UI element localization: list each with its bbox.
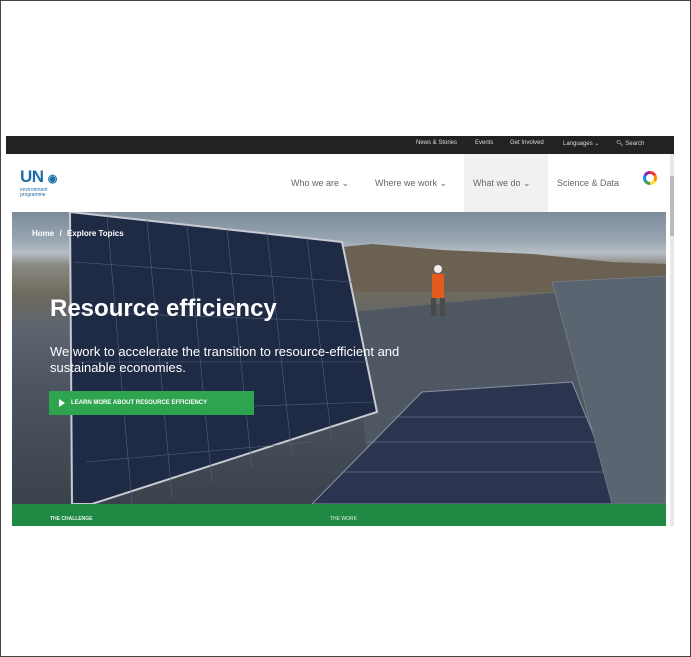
search-button[interactable]: 🔍︎ Search — [616, 140, 644, 147]
events-link[interactable]: Events — [475, 140, 493, 146]
hero-banner: Home / Explore Topics Resource efficienc… — [12, 212, 666, 504]
browser-viewport: News & Stories Events Get Involved Langu… — [6, 136, 674, 526]
tab-the-challenge[interactable]: THE CHALLENGE — [50, 516, 93, 522]
chevron-down-icon: ⌄ — [439, 178, 448, 188]
breadcrumb-explore-topics[interactable]: Explore Topics — [67, 229, 124, 238]
page-description: We work to accelerate the transition to … — [50, 344, 400, 375]
languages-dropdown[interactable]: Languages ⌄ — [563, 140, 599, 147]
nav-who-we-are[interactable]: Who we are ⌄ — [291, 178, 349, 189]
chevron-down-icon: ⌄ — [523, 178, 531, 188]
logo-un: UN ◉ — [20, 167, 58, 186]
languages-label: Languages — [563, 141, 593, 147]
section-tabs-strip: THE CHALLENGE THE WORK — [12, 504, 666, 526]
sdg-ring-icon[interactable] — [643, 171, 657, 185]
site-header: UN ◉ environment programme Who we are ⌄ … — [6, 154, 674, 212]
page-title: Resource efficiency — [50, 295, 277, 322]
breadcrumb-separator: / — [59, 229, 62, 238]
nav-science-data[interactable]: Science & Data — [557, 178, 619, 188]
unep-logo[interactable]: UN ◉ environment programme — [20, 168, 80, 202]
nav-where-we-work[interactable]: Where we work ⌄ — [375, 178, 447, 189]
chevron-down-icon: ⌄ — [341, 178, 350, 188]
search-icon: 🔍︎ — [616, 141, 624, 147]
search-label: Search — [625, 141, 645, 147]
breadcrumb: Home / Explore Topics — [32, 229, 127, 238]
nav-what-we-do[interactable]: What we do ⌄ — [473, 178, 531, 189]
tab-the-work[interactable]: THE WORK — [330, 516, 357, 522]
get-involved-link[interactable]: Get Involved — [510, 140, 544, 146]
play-icon — [59, 399, 65, 407]
chevron-down-icon: ⌄ — [594, 141, 600, 147]
learn-more-button[interactable]: LEARN MORE ABOUT RESOURCE EFFICIENCY — [49, 391, 254, 415]
logo-line2: programme — [20, 192, 46, 198]
scrollbar-thumb[interactable] — [670, 176, 674, 236]
utility-bar: News & Stories Events Get Involved Langu… — [6, 136, 674, 154]
un-emblem-icon: ◉ — [47, 173, 58, 185]
news-stories-link[interactable]: News & Stories — [416, 140, 457, 146]
learn-more-label: LEARN MORE ABOUT RESOURCE EFFICIENCY — [71, 400, 208, 406]
breadcrumb-home[interactable]: Home — [32, 229, 54, 238]
